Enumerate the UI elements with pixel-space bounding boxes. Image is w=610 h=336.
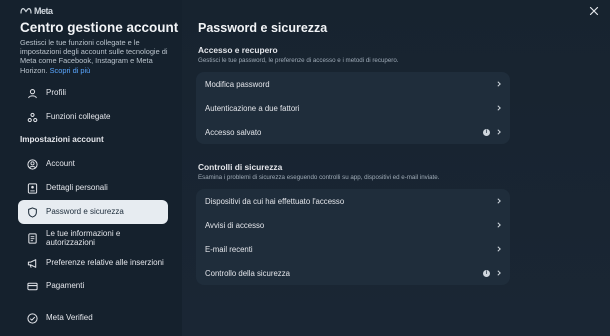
sidebar: Meta Centro gestione account Gestisci le… bbox=[0, 0, 182, 336]
chevron-right-icon bbox=[496, 222, 502, 228]
sidebar-item-label: Funzioni collegate bbox=[46, 112, 111, 122]
person-icon bbox=[26, 87, 38, 99]
card-login-recovery: Modifica password Autenticazione a due f… bbox=[196, 72, 510, 144]
credit-card-icon bbox=[26, 280, 38, 292]
sidebar-item-label: Profili bbox=[46, 88, 67, 98]
sidebar-item-information-permissions[interactable]: Le tue informazioni e autorizzazioni bbox=[18, 226, 168, 250]
sidebar-item-connected-experiences[interactable]: Funzioni collegate bbox=[18, 105, 168, 129]
learn-more-link[interactable]: Scopri di più bbox=[50, 66, 91, 75]
row-change-password[interactable]: Modifica password bbox=[196, 72, 510, 96]
sidebar-description-text: Gestisci le tue funzioni collegate e le … bbox=[20, 38, 168, 75]
sidebar-description: Gestisci le tue funzioni collegate e le … bbox=[20, 38, 175, 75]
close-button[interactable] bbox=[588, 6, 600, 18]
meta-logo-icon bbox=[20, 7, 32, 16]
shield-icon bbox=[26, 206, 38, 218]
sidebar-item-label: Dettagli personali bbox=[46, 183, 108, 193]
row-logged-in-devices[interactable]: Dispositivi da cui hai effettuato l'acce… bbox=[196, 189, 510, 213]
chevron-right-icon bbox=[496, 270, 502, 276]
row-label: Accesso salvato bbox=[205, 127, 262, 137]
sidebar-item-meta-verified[interactable]: Meta Verified bbox=[18, 306, 168, 330]
megaphone-icon bbox=[26, 257, 38, 269]
chevron-right-icon bbox=[496, 81, 502, 87]
account-center-window: Meta Centro gestione account Gestisci le… bbox=[0, 0, 610, 336]
sidebar-item-label: Meta Verified bbox=[46, 313, 93, 323]
group-desc-security-checks: Esamina i problemi di sicurezza eseguend… bbox=[198, 174, 440, 181]
info-doc-icon bbox=[26, 232, 38, 244]
sidebar-item-account[interactable]: Account bbox=[18, 152, 168, 176]
info-icon: i bbox=[483, 128, 490, 136]
row-label: E-mail recenti bbox=[205, 244, 253, 254]
row-two-factor-auth[interactable]: Autenticazione a due fattori bbox=[196, 96, 510, 120]
sidebar-item-label: Account bbox=[46, 159, 75, 169]
main-panel: Password e sicurezza Accesso e recupero … bbox=[182, 0, 610, 336]
section-label-account-settings: Impostazioni account bbox=[20, 135, 104, 144]
group-desc-login-recovery: Gestisci le tue password, le preferenze … bbox=[198, 57, 399, 64]
page-title: Password e sicurezza bbox=[198, 21, 328, 35]
info-icon: i bbox=[483, 269, 490, 277]
meta-logo-text: Meta bbox=[34, 6, 53, 16]
row-recent-emails[interactable]: E-mail recenti bbox=[196, 237, 510, 261]
row-saved-login[interactable]: Accesso salvato i bbox=[196, 120, 510, 144]
sidebar-title: Centro gestione account bbox=[20, 20, 179, 35]
group-title-login-recovery: Accesso e recupero bbox=[198, 45, 278, 55]
chevron-right-icon bbox=[496, 129, 502, 135]
connected-icon bbox=[26, 111, 38, 123]
verified-badge-icon bbox=[26, 312, 38, 324]
chevron-right-icon bbox=[496, 198, 502, 204]
row-login-alerts[interactable]: Avvisi di accesso bbox=[196, 213, 510, 237]
row-label: Autenticazione a due fattori bbox=[205, 103, 300, 113]
sidebar-item-label: Le tue informazioni e autorizzazioni bbox=[46, 228, 121, 247]
sidebar-item-password-security[interactable]: Password e sicurezza bbox=[18, 200, 168, 224]
sidebar-item-profiles[interactable]: Profili bbox=[18, 81, 168, 105]
sidebar-item-label: Password e sicurezza bbox=[46, 207, 124, 217]
sidebar-item-payments[interactable]: Pagamenti bbox=[18, 274, 168, 298]
row-label: Dispositivi da cui hai effettuato l'acce… bbox=[205, 196, 345, 206]
account-circle-icon bbox=[26, 158, 38, 170]
chevron-right-icon bbox=[496, 246, 502, 252]
sidebar-item-ad-preferences[interactable]: Preferenze relative alle inserzioni bbox=[18, 251, 168, 275]
group-title-security-checks: Controlli di sicurezza bbox=[198, 162, 283, 172]
id-card-icon bbox=[26, 182, 38, 194]
close-icon bbox=[589, 3, 599, 21]
row-label: Modifica password bbox=[205, 79, 270, 89]
meta-brand: Meta bbox=[20, 6, 53, 16]
sidebar-item-label: Pagamenti bbox=[46, 281, 85, 291]
sidebar-item-personal-details[interactable]: Dettagli personali bbox=[18, 176, 168, 200]
row-security-checkup[interactable]: Controllo della sicurezza i bbox=[196, 261, 510, 285]
row-label: Controllo della sicurezza bbox=[205, 268, 290, 278]
card-security-checks: Dispositivi da cui hai effettuato l'acce… bbox=[196, 189, 510, 285]
chevron-right-icon bbox=[496, 105, 502, 111]
sidebar-item-label: Preferenze relative alle inserzioni bbox=[46, 258, 164, 268]
row-label: Avvisi di accesso bbox=[205, 220, 265, 230]
